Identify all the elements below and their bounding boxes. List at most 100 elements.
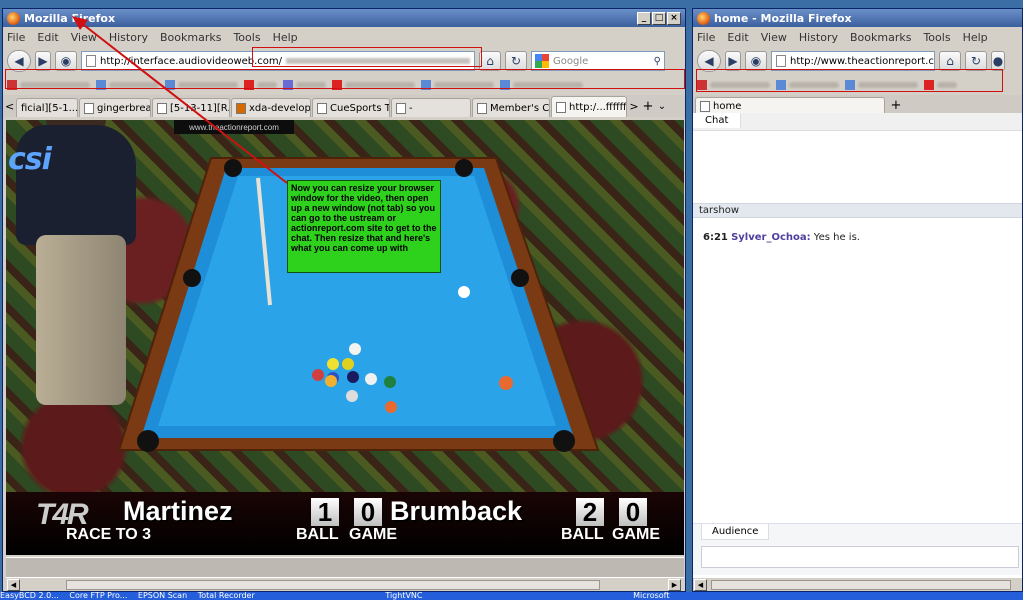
taskbar-item[interactable]: Total Recorder	[198, 592, 255, 600]
left-horizontal-scrollbar[interactable]	[6, 557, 684, 577]
maximize-button[interactable]: □	[652, 11, 666, 25]
tab-icon	[157, 102, 167, 114]
tab[interactable]: Member's Ca...	[472, 98, 550, 117]
tab-label: xda-develop...	[249, 102, 311, 114]
taskbar-item[interactable]: Microsoft	[633, 592, 669, 600]
taskbar: EasyBCD 2.0... Core FTP Pro... EPSON Sca…	[0, 592, 1023, 600]
forward-button[interactable]: ▶	[725, 51, 741, 71]
tab[interactable]: ficial][5-1...	[16, 98, 78, 117]
tab-list-button[interactable]: ⌄	[656, 101, 668, 112]
right-titlebar[interactable]: home - Mozilla Firefox	[693, 9, 1022, 27]
page-icon	[776, 55, 786, 67]
minimize-button[interactable]: _	[637, 11, 651, 25]
tab[interactable]: xda-develop...	[231, 98, 311, 117]
stop-icon[interactable]: ●	[991, 51, 1005, 71]
menu-bookmarks[interactable]: Bookmarks	[850, 31, 911, 44]
taskbar-item[interactable]: EasyBCD 2.0...	[0, 592, 59, 600]
url-highlight-box	[252, 47, 482, 67]
menu-file[interactable]: File	[7, 31, 25, 44]
audience-area: Audience	[693, 523, 1022, 575]
menu-bookmarks[interactable]: Bookmarks	[160, 31, 221, 44]
tab-active[interactable]: http:/...ffffff	[551, 96, 627, 117]
firefox-icon	[697, 11, 710, 25]
taskbar-item[interactable]: EPSON Scan	[138, 592, 187, 600]
player2-ball-label: BALL	[561, 526, 604, 543]
chat-input[interactable]	[701, 546, 1019, 568]
scroll-thumb[interactable]	[711, 580, 1011, 590]
tab-icon	[556, 101, 566, 113]
tab-icon	[84, 102, 94, 114]
tab-audience[interactable]: Audience	[701, 524, 770, 540]
message-user[interactable]: Sylver_Ochoa:	[731, 232, 811, 243]
tabs-scroll-left[interactable]: <	[5, 100, 15, 113]
scroll-right-arrow[interactable]: ▶	[668, 579, 681, 591]
tab[interactable]: -	[391, 98, 471, 117]
tab[interactable]: gingerbread-...	[79, 98, 151, 117]
identity-button[interactable]: ◉	[55, 51, 77, 71]
tab-label: ficial][5-1...	[21, 102, 78, 114]
player1-game-label: GAME	[349, 526, 397, 543]
player2-ball: 2	[576, 498, 604, 526]
menu-file[interactable]: File	[697, 31, 715, 44]
right-bookmarks-highlight-box	[696, 69, 1003, 92]
home-icon[interactable]: ⌂	[939, 51, 961, 71]
identity-button[interactable]: ◉	[745, 51, 767, 71]
tabs-scroll-right[interactable]: >	[628, 100, 640, 113]
menu-edit[interactable]: Edit	[37, 31, 58, 44]
url-bar[interactable]: http://www.theactionreport.c ☆	[771, 51, 935, 71]
home-icon[interactable]: ⌂	[479, 51, 501, 71]
tab-strip: < ficial][5-1... gingerbread-... [5-13-1…	[3, 95, 685, 117]
taskbar-item[interactable]: Core FTP Pro...	[69, 592, 127, 600]
menu-history[interactable]: History	[799, 31, 838, 44]
tab-icon	[700, 101, 710, 112]
tab-icon	[396, 102, 406, 114]
tab[interactable]: CueSports T...	[312, 98, 390, 117]
left-titlebar[interactable]: Mozilla Firefox _ □ ×	[3, 9, 685, 27]
tab-label: [5-13-11][R...	[170, 102, 230, 114]
chat-blank	[693, 131, 1022, 203]
message-time: 6:21	[703, 232, 728, 243]
race-label: RACE TO 3	[66, 526, 152, 543]
forward-button[interactable]: ▶	[35, 51, 51, 71]
tab-label: gingerbread-...	[97, 102, 151, 114]
close-button[interactable]: ×	[667, 11, 681, 25]
scroll-thumb[interactable]	[66, 580, 600, 590]
left-scrollbar-track[interactable]: ◀ ▶	[6, 577, 684, 591]
menu-tools[interactable]: Tools	[923, 31, 950, 44]
tab-label: Member's Ca...	[490, 102, 550, 114]
menu-view[interactable]: View	[71, 31, 97, 44]
taskbar-item[interactable]: TightVNC	[385, 592, 422, 600]
menu-view[interactable]: View	[761, 31, 787, 44]
player1-name: Martinez	[123, 496, 233, 526]
menu-history[interactable]: History	[109, 31, 148, 44]
menu-edit[interactable]: Edit	[727, 31, 748, 44]
search-box[interactable]: Google ⚲	[531, 51, 665, 71]
search-icon[interactable]: ⚲	[654, 56, 661, 67]
new-tab-button[interactable]: +	[886, 98, 906, 113]
right-horizontal-scrollbar[interactable]: ◀	[693, 577, 1022, 591]
tab-chat[interactable]: Chat	[693, 113, 742, 128]
tab[interactable]: [5-13-11][R...	[152, 98, 230, 117]
message-text: Yes he is.	[813, 232, 860, 243]
right-menubar: File Edit View History Bookmarks Tools H…	[693, 27, 1022, 47]
chat-tab-row: Chat	[693, 113, 1022, 131]
reload-icon[interactable]: ↻	[965, 51, 987, 71]
menu-help[interactable]: Help	[963, 31, 988, 44]
reload-icon[interactable]: ↻	[505, 51, 527, 71]
player1-ball-label: BALL	[296, 526, 339, 543]
player1-game: 0	[354, 498, 382, 526]
tab-icon	[477, 102, 487, 114]
tab-label: CueSports T...	[330, 102, 390, 114]
menu-help[interactable]: Help	[273, 31, 298, 44]
menu-tools[interactable]: Tools	[233, 31, 260, 44]
scroll-left-arrow[interactable]: ◀	[694, 579, 707, 591]
chat-panel: Chat tarshow 6:21 Sylver_Ochoa: Yes he i…	[693, 113, 1022, 575]
player1-ball: 1	[311, 498, 339, 526]
tab-label: home	[713, 101, 742, 112]
tab-label: http:/...ffffff	[569, 101, 627, 113]
new-tab-button[interactable]: +	[641, 99, 655, 114]
search-placeholder: Google	[553, 55, 589, 67]
scroll-left-arrow[interactable]: ◀	[7, 579, 20, 591]
right-window-title: home - Mozilla Firefox	[714, 11, 852, 25]
room-name: tarshow	[693, 203, 1022, 218]
